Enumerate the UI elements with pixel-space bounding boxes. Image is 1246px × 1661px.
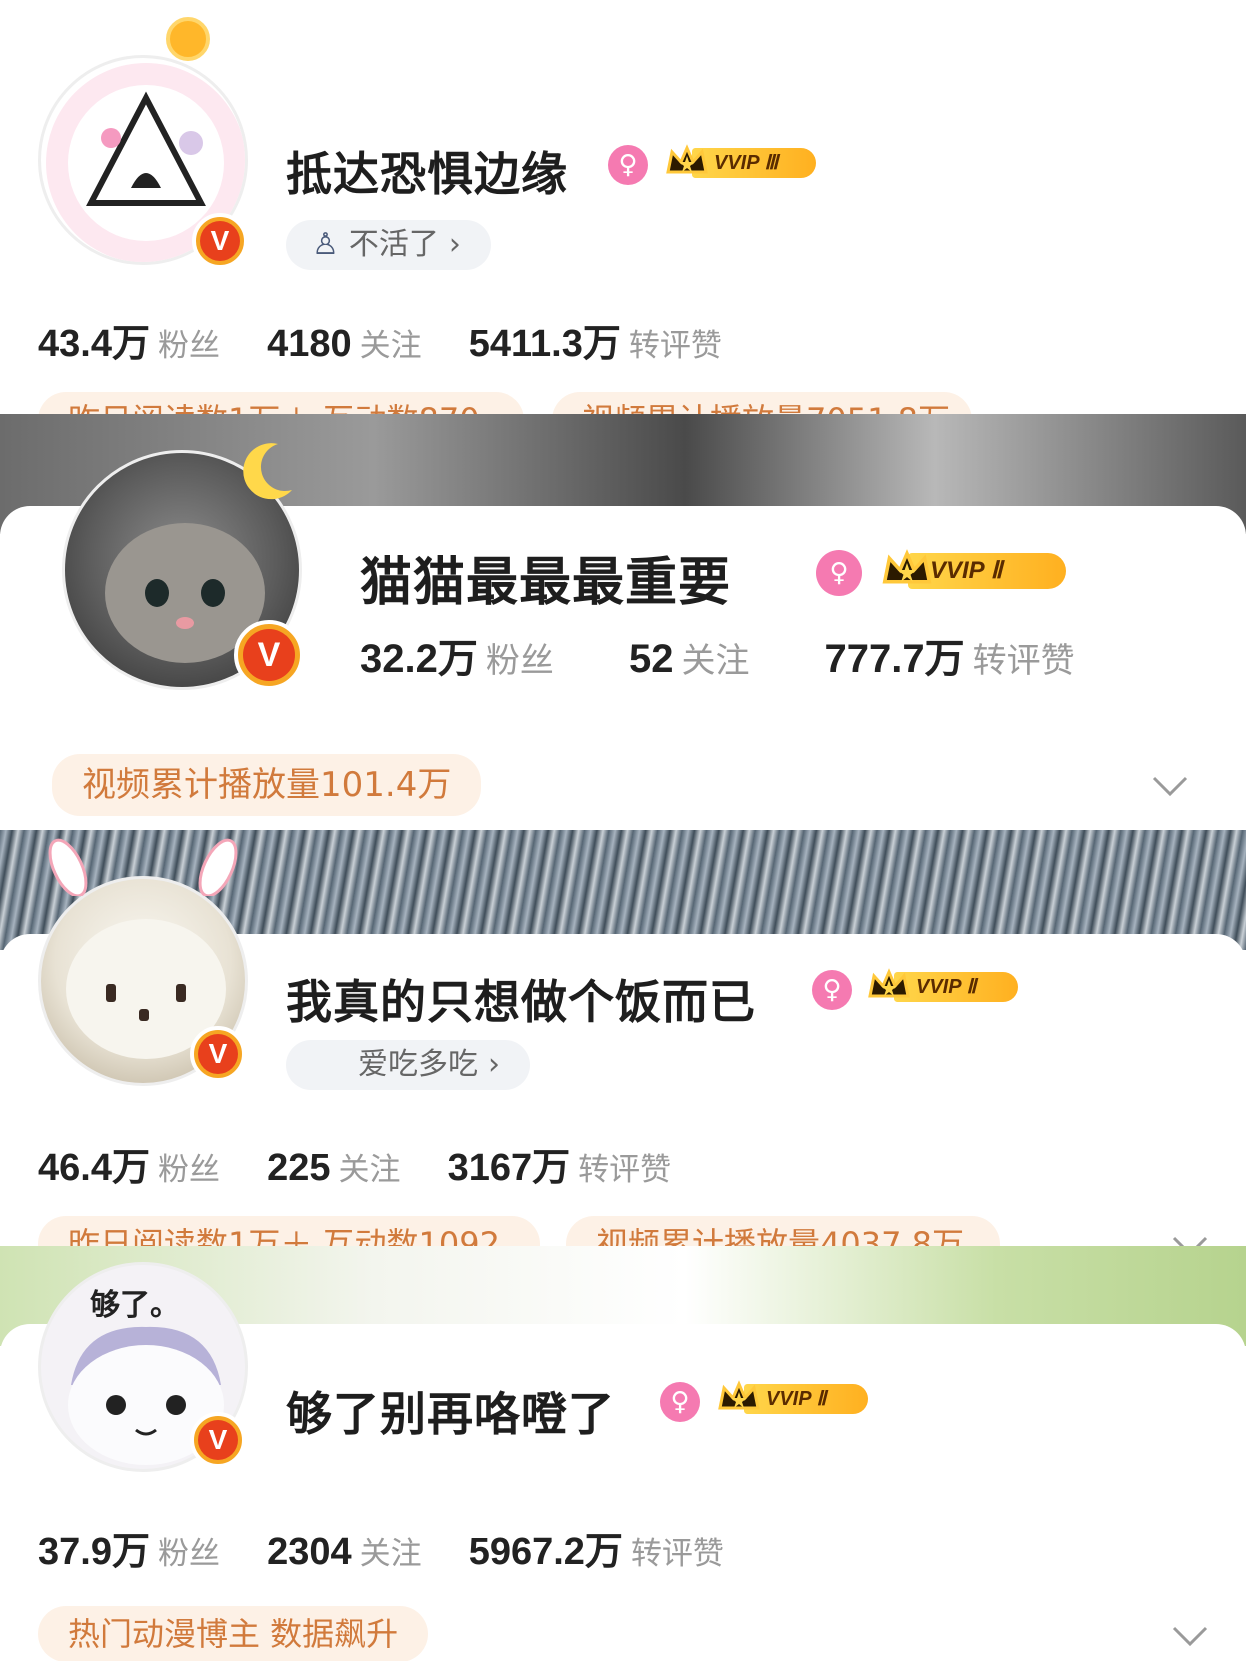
avatar[interactable]: 够了。 V [38,1262,248,1472]
stats-row: 46.4万 粉丝 225 关注 3167万 转评赞 [38,1136,713,1191]
data-chip[interactable]: 视频累计播放量7051.8万 [552,392,972,414]
stat-following[interactable]: 4180 关注 [267,320,422,366]
vvip-label: VVIP Ⅲ [692,148,816,178]
verified-badge-icon: V [234,620,304,690]
stat-number: 225 [267,1147,331,1189]
female-gender-icon: ♀ [660,1382,700,1422]
stat-engagement[interactable]: 5411.3万 转评赞 [469,312,722,367]
stat-followers[interactable]: 43.4万 粉丝 [38,312,220,367]
crown-icon [666,144,708,174]
stats-row: 43.4万 粉丝 4180 关注 5411.3万 转评赞 [38,312,764,367]
stat-following[interactable]: 225 关注 [267,1144,400,1190]
vvip-badge[interactable]: VVIP Ⅲ [664,142,816,182]
chevron-right-icon: › [448,227,461,262]
profile-name: 抵达恐惧边缘 [286,147,568,201]
avatar-caption: 够了。 [90,1288,180,1323]
female-gender-icon: ♀ [812,970,852,1010]
vvip-badge[interactable]: VVIP Ⅱ [880,546,1066,594]
stats-row: 32.2万 粉丝 52 关注 777.7万 转评赞 [360,626,1117,684]
crown-icon [882,549,932,584]
vvip-badge[interactable]: VVIP Ⅱ [866,966,1018,1006]
vvip-label: VVIP Ⅱ [744,1384,868,1414]
stat-number: 777.7万 [824,637,965,681]
stat-label: 粉丝 [157,1536,220,1572]
status-tag[interactable]: 爱吃多吃 › [286,1040,530,1090]
avatar-frame-ornament [166,17,210,61]
stat-number: 2304 [267,1531,352,1573]
profile-name: 我真的只想做个饭而已 [286,975,756,1029]
data-chip[interactable]: 昨日阅读数1万＋ 互动数870 [38,392,524,414]
stats-row: 37.9万 粉丝 2304 关注 5967.2万 转评赞 [38,1520,766,1575]
chevron-right-icon: › [488,1047,500,1082]
stat-engagement[interactable]: 3167万 转评赞 [448,1136,672,1191]
stat-engagement[interactable]: 777.7万 转评赞 [825,626,1075,684]
avatar[interactable]: V [38,17,248,269]
verified-badge-icon: V [190,1026,246,1082]
stat-number: 32.2万 [360,637,478,681]
data-chip[interactable]: 昨日阅读数1万＋ 互动数1092 [38,1216,540,1246]
stat-label: 粉丝 [157,1152,220,1188]
status-tag-label: 爱吃多吃 [358,1047,478,1082]
stat-label: 关注 [681,641,750,681]
crown-icon [868,968,910,998]
stat-number: 3167万 [447,1147,571,1189]
stat-label: 转评赞 [628,328,722,364]
data-chip[interactable]: 视频累计播放量4037.8万 [566,1216,1000,1246]
stat-following[interactable]: 2304 关注 [267,1528,422,1574]
stat-number: 52 [628,637,674,681]
bunny-ears-ornament-icon [48,838,238,896]
stat-number: 37.9万 [38,1531,150,1573]
profile-name: 猫猫最最最重要 [360,553,732,613]
status-tag[interactable]: ♙ 不活了 › [286,220,491,270]
avatar[interactable]: V [62,443,304,690]
stat-label: 粉丝 [485,641,554,681]
female-gender-icon: ♀ [816,550,862,596]
stat-label: 转评赞 [578,1152,672,1188]
data-chip[interactable]: 热门动漫博主 数据飙升 [38,1606,429,1661]
verified-badge-icon: V [190,1412,246,1468]
stat-followers[interactable]: 32.2万 粉丝 [360,626,554,684]
profile-name: 够了别再咯噔了 [286,1387,615,1441]
stat-number: 5411.3万 [468,323,621,365]
vvip-badge[interactable]: VVIP Ⅱ [716,1378,868,1418]
stat-label: 关注 [359,328,422,364]
profile-card-2: V 猫猫最最最重要 ♀ VVIP Ⅱ 32.2万 粉丝 52 关注 777.7万 转评… [0,414,1246,830]
vvip-label: VVIP Ⅱ [894,972,1018,1002]
stat-label: 关注 [359,1536,422,1572]
stat-number: 43.4万 [38,323,150,365]
crown-icon [718,1380,760,1410]
avatar[interactable]: V [38,838,248,1086]
stat-label: 粉丝 [157,328,220,364]
stat-label: 关注 [338,1152,401,1188]
stat-number: 46.4万 [38,1147,150,1189]
chevron-down-icon[interactable] [1170,1226,1210,1246]
data-chip[interactable]: 视频累计播放量101.4万 [52,754,482,816]
stat-engagement[interactable]: 5967.2万 转评赞 [469,1520,724,1575]
profile-card-4: 够了。 V 够了别再咯噔了 ♀ VVIP Ⅱ 37.9万 粉丝 2304 关注 59… [0,1246,1246,1661]
profile-card-1: V 抵达恐惧边缘 ♀ VVIP Ⅲ ♙ 不活了 › 43.4万 粉丝 4180 关注 5… [0,0,1246,414]
stat-following[interactable]: 52 关注 [629,633,750,682]
stat-label: 转评赞 [972,641,1075,681]
status-tag-label: 不活了 [348,227,439,262]
female-gender-icon: ♀ [608,145,648,185]
person-icon: ♙ [312,227,339,262]
stat-followers[interactable]: 37.9万 粉丝 [38,1520,220,1575]
stat-followers[interactable]: 46.4万 粉丝 [38,1136,220,1191]
stat-number: 5967.2万 [468,1531,623,1573]
chevron-down-icon[interactable] [1150,766,1190,806]
chevron-down-icon[interactable] [1170,1616,1210,1656]
profile-card-3: V 我真的只想做个饭而已 ♀ VVIP Ⅱ 爱吃多吃 › 46.4万 粉丝 225 关… [0,830,1246,1246]
stat-label: 转评赞 [630,1536,724,1572]
stat-number: 4180 [267,323,352,365]
verified-badge-icon: V [192,213,248,269]
moon-ornament-icon [243,443,292,500]
